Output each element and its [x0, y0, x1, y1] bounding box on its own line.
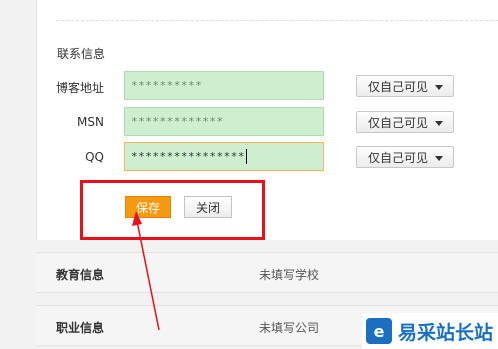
dropdown-arrow-icon: [435, 85, 443, 90]
dropdown-arrow-icon: [435, 121, 443, 126]
blog-privacy-select[interactable]: 仅自己可见: [356, 75, 454, 97]
blog-address-label: 博客地址: [56, 81, 105, 95]
section-divider: [56, 20, 498, 21]
qq-privacy-select[interactable]: 仅自己可见: [356, 146, 454, 168]
career-title: 职业信息: [56, 321, 105, 335]
msn-privacy-value: 仅自己可见: [368, 115, 429, 130]
contact-section-title: 联系信息: [57, 47, 106, 61]
msn-privacy-select[interactable]: 仅自己可见: [356, 111, 454, 133]
blog-address-value: **********: [131, 79, 203, 92]
education-value: 未填写学校: [259, 268, 320, 282]
site-watermark: e 易采站长站: [362, 313, 498, 349]
qq-label: QQ: [85, 150, 104, 164]
annotation-highlight-box: [80, 180, 265, 240]
education-title: 教育信息: [56, 268, 105, 282]
dropdown-arrow-icon: [435, 156, 443, 161]
blog-address-input[interactable]: **********: [124, 71, 324, 100]
msn-input[interactable]: *************: [124, 107, 324, 136]
qq-value: ****************: [131, 150, 245, 163]
msn-label: MSN: [77, 115, 104, 129]
qq-input[interactable]: ****************: [124, 142, 324, 171]
msn-value: *************: [131, 115, 224, 128]
watermark-text: 易采站长站: [398, 321, 494, 344]
site-logo-icon: e: [366, 318, 392, 344]
blog-privacy-value: 仅自己可见: [368, 79, 429, 94]
qq-privacy-value: 仅自己可见: [368, 150, 429, 165]
text-caret: [245, 149, 247, 164]
career-value: 未填写公司: [259, 321, 320, 335]
education-section-bar[interactable]: 教育信息 未填写学校: [36, 252, 498, 293]
